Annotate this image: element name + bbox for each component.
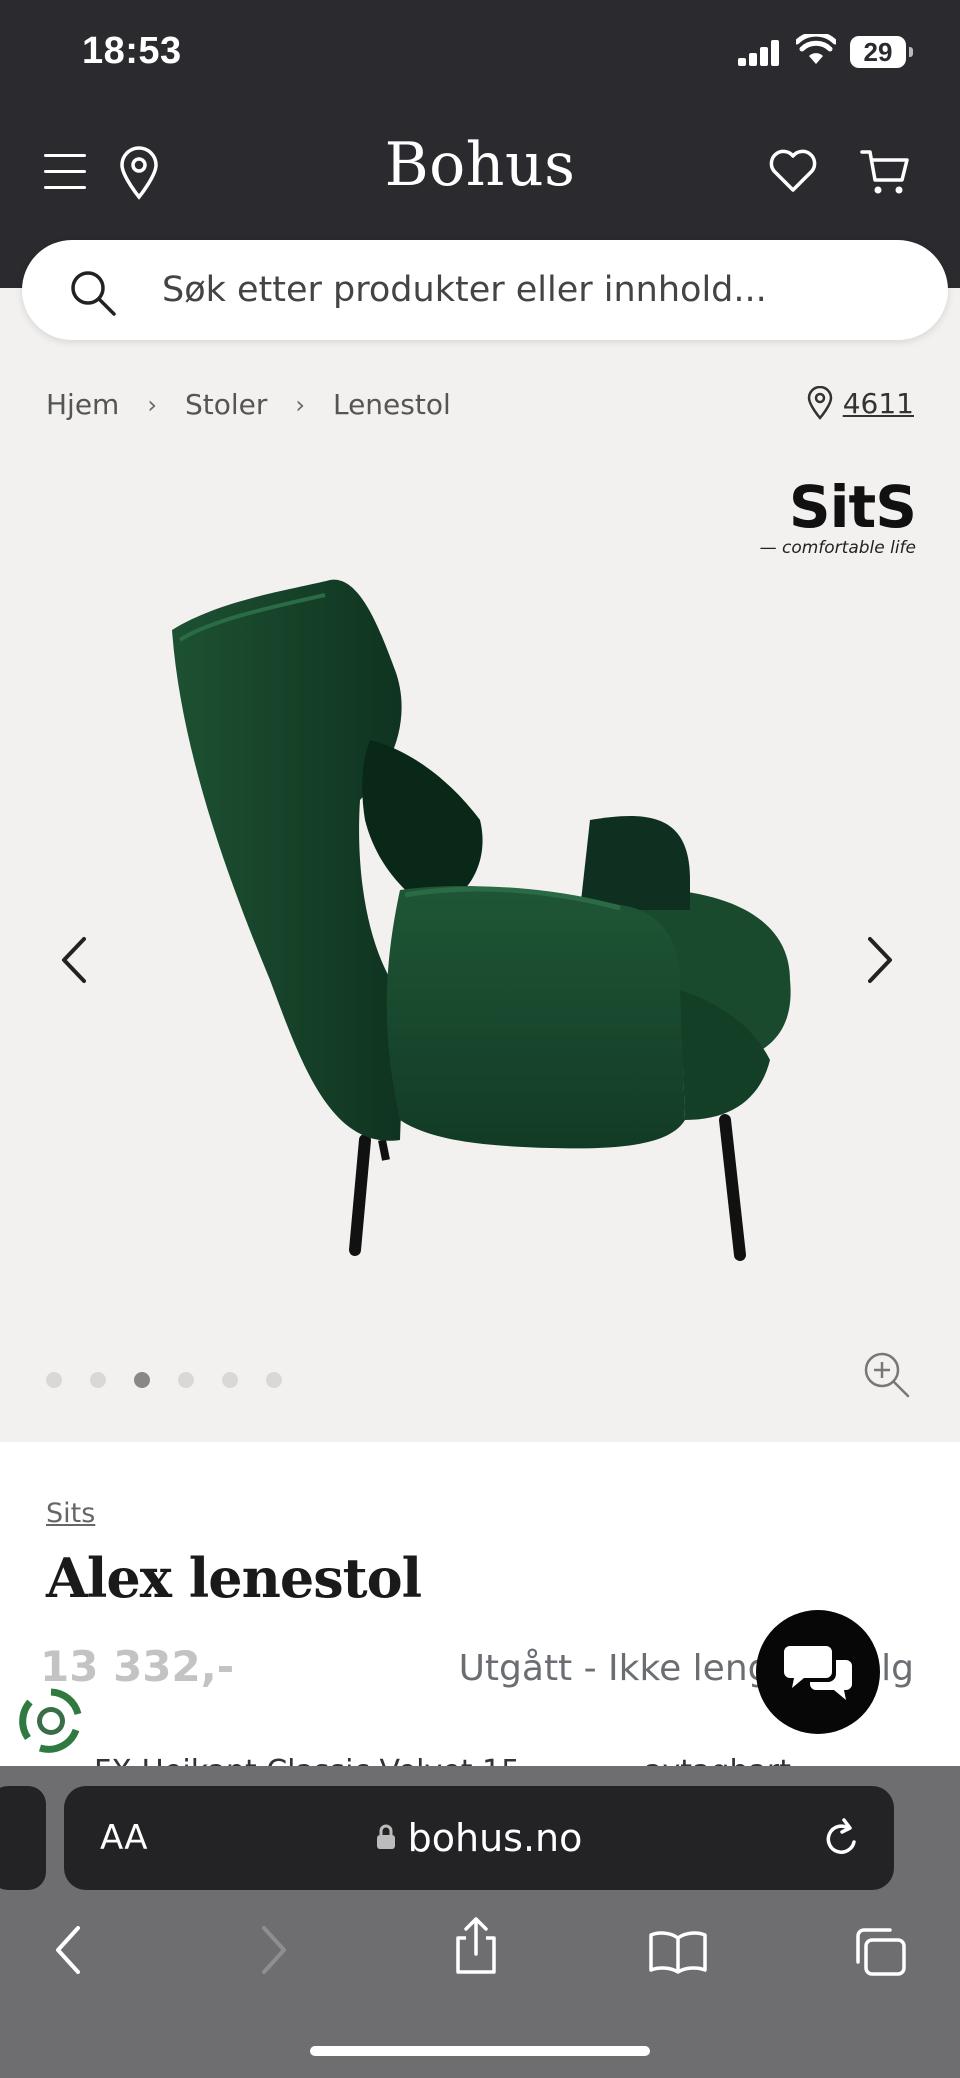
chevron-right-icon: ›	[147, 390, 157, 419]
forward-icon[interactable]	[258, 1924, 290, 1976]
breadcrumb-stoler[interactable]: Stoler	[185, 388, 267, 421]
reload-icon[interactable]	[822, 1816, 862, 1860]
tabs-icon[interactable]	[852, 1926, 908, 1978]
address-bar[interactable]: AA bohus.no	[64, 1786, 894, 1890]
wifi-icon	[796, 34, 836, 64]
search-bar[interactable]	[22, 240, 948, 340]
brand-logo-word: SitS	[788, 473, 917, 541]
chat-bubbles-icon	[784, 1646, 852, 1700]
chevron-right-icon[interactable]	[862, 935, 898, 985]
store-selector[interactable]: 4611	[807, 386, 914, 420]
search-icon	[71, 271, 116, 316]
back-icon[interactable]	[52, 1924, 84, 1976]
status-bar: 18:53 29	[0, 0, 960, 110]
chevron-right-icon: ›	[295, 390, 305, 419]
product-image[interactable]	[150, 560, 800, 1280]
previous-tab[interactable]	[0, 1786, 46, 1890]
status-time: 18:53	[82, 30, 182, 72]
eco-badge-icon[interactable]	[16, 1686, 86, 1756]
lock-icon	[376, 1824, 395, 1849]
bookmarks-icon[interactable]	[648, 1928, 708, 1974]
url-display[interactable]: bohus.no	[64, 1816, 894, 1860]
store-number[interactable]: 4611	[843, 387, 914, 420]
breadcrumb: Hjem › Stoler › Lenestol	[46, 388, 451, 421]
product-price: 13 332,-	[40, 1642, 235, 1691]
location-pin-icon	[807, 386, 832, 420]
carousel-dot[interactable]	[46, 1372, 62, 1388]
signal-icon	[738, 40, 782, 66]
product-title: Alex lenestol	[46, 1546, 422, 1610]
brand-link[interactable]: Sits	[46, 1498, 95, 1529]
cart-icon[interactable]	[860, 148, 910, 196]
chevron-left-icon[interactable]	[56, 935, 92, 985]
heart-icon[interactable]	[768, 148, 818, 194]
carousel-dots	[46, 1372, 310, 1388]
nav-row: Bohus	[0, 130, 960, 220]
carousel-dot[interactable]	[222, 1372, 238, 1388]
home-indicator	[310, 2046, 650, 2056]
browser-bottom-bar: AA bohus.no	[0, 1766, 960, 2078]
carousel-dot[interactable]	[178, 1372, 194, 1388]
chat-button[interactable]	[756, 1610, 880, 1734]
carousel-dot[interactable]	[90, 1372, 106, 1388]
browser-toolbar	[0, 1916, 960, 2006]
brand-logo-tagline: — comfortable life	[759, 538, 916, 558]
sits-brand-logo: SitS — comfortable life	[748, 473, 917, 558]
zoom-in-icon[interactable]	[862, 1350, 912, 1400]
share-icon[interactable]	[452, 1916, 500, 1976]
url-text: bohus.no	[407, 1816, 583, 1860]
search-input[interactable]	[162, 262, 882, 318]
carousel-dot-active[interactable]	[134, 1372, 150, 1388]
breadcrumb-lenestol[interactable]: Lenestol	[333, 388, 451, 421]
breadcrumb-home[interactable]: Hjem	[46, 388, 119, 421]
carousel-dot[interactable]	[266, 1372, 282, 1388]
battery-icon: 29	[850, 36, 913, 68]
